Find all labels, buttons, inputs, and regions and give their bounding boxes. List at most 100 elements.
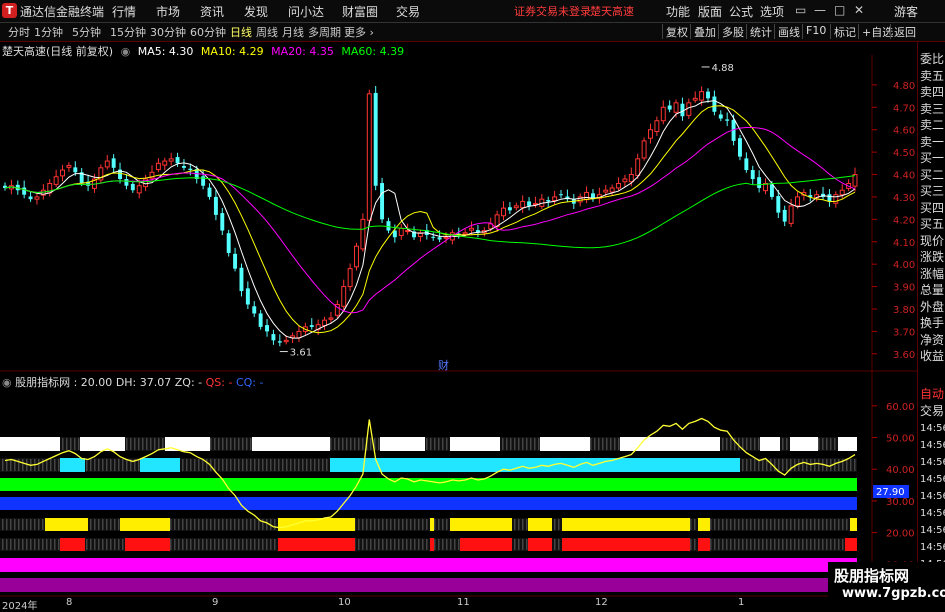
chart-canvas[interactable]: 4.80 4.70 4.60 4.50 4.40 4.30 4.20 4.10 4.00 3.90… xyxy=(0,0,945,609)
candle-body xyxy=(405,230,411,233)
tab-fenshi[interactable]: 分时 xyxy=(8,24,30,40)
candle-body xyxy=(744,158,749,171)
menu-jiaoyi[interactable]: 交易 xyxy=(396,3,420,20)
menu-caifuquan[interactable]: 财富圈 xyxy=(342,3,378,20)
mark-button[interactable]: 标记 xyxy=(830,24,856,39)
draw-line-button[interactable]: 画线 xyxy=(774,24,800,39)
band-stripe xyxy=(514,438,516,450)
menu-banmian[interactable]: 版面 xyxy=(698,3,722,20)
band-stripe xyxy=(610,438,612,450)
band-stripe xyxy=(266,519,268,530)
maximize-icon[interactable]: □ xyxy=(834,3,845,17)
menu-wenxiaoda[interactable]: 问小达 xyxy=(288,3,324,20)
band-stripe xyxy=(90,539,92,550)
side-panel-item[interactable]: 买一 xyxy=(920,149,944,166)
candle-body xyxy=(782,209,787,222)
settings-circle-icon[interactable]: ◉ xyxy=(121,45,131,58)
menu-xuanxiang[interactable]: 选项 xyxy=(760,3,784,20)
side-panel-item[interactable]: 总量 xyxy=(920,281,944,298)
tab-60min[interactable]: 60分钟 xyxy=(190,24,226,40)
tab-daily[interactable]: 日线 xyxy=(230,24,252,40)
band-stripe xyxy=(222,539,224,550)
tab-more[interactable]: 更多 › xyxy=(344,24,374,40)
band-stripe xyxy=(362,539,364,550)
menu-gongshi[interactable]: 公式 xyxy=(729,3,753,20)
candle-body xyxy=(155,162,161,171)
price-axis-label: 3.80 xyxy=(893,305,915,316)
menu-gongneng[interactable]: 功能 xyxy=(666,3,690,20)
band-stripe xyxy=(398,519,400,530)
band-stripe xyxy=(522,519,524,530)
side-panel-item[interactable]: 卖四 xyxy=(920,83,944,100)
side-panel-item[interactable]: 买二 xyxy=(920,166,944,183)
candle-body xyxy=(635,158,641,176)
tab-30min[interactable]: 30分钟 xyxy=(150,24,186,40)
minimize-icon[interactable]: — xyxy=(814,3,826,17)
band-stripe xyxy=(758,519,760,530)
close-icon[interactable]: ✕ xyxy=(854,3,864,17)
band-stripe xyxy=(90,519,92,530)
band-stripe xyxy=(358,438,360,450)
band-stripe xyxy=(258,539,260,550)
tab-weekly[interactable]: 周线 xyxy=(256,24,278,40)
side-panel-item[interactable]: 买三 xyxy=(920,182,944,199)
side-panel-item[interactable]: 卖一 xyxy=(920,133,944,150)
add-watchlist-button[interactable]: +自选 xyxy=(858,24,893,39)
band-stripe xyxy=(774,459,776,471)
overlay-button[interactable]: 叠加 xyxy=(690,24,716,39)
side-panel-item[interactable]: 卖五 xyxy=(920,67,944,84)
band-segment xyxy=(528,518,552,531)
side-panel-item[interactable]: 现价 xyxy=(920,232,944,249)
guest-label[interactable]: 游客 xyxy=(894,3,918,20)
candle-body xyxy=(124,179,129,186)
side-panel-item[interactable]: 收益 xyxy=(920,347,944,364)
band-stripe xyxy=(26,459,28,471)
side-panel-item[interactable]: 外盘 xyxy=(920,298,944,315)
side-panel-item[interactable]: 卖三 xyxy=(920,100,944,117)
band-stripe xyxy=(30,519,32,530)
indicator-settings-icon[interactable]: ◉ xyxy=(2,376,12,389)
band-stripe xyxy=(846,519,848,530)
chevron-right-icon: › xyxy=(369,26,374,39)
f10-button[interactable]: F10 xyxy=(802,24,826,39)
band-stripe xyxy=(750,459,752,471)
candle-body xyxy=(718,114,723,119)
tab-5min[interactable]: 5分钟 xyxy=(72,24,101,40)
statistics-button[interactable]: 统计 xyxy=(746,24,772,39)
band-stripe xyxy=(786,519,788,530)
tab-multi-period[interactable]: 多周期 xyxy=(308,24,341,40)
fuquan-button[interactable]: 复权 xyxy=(662,24,688,39)
restore-icon[interactable]: ▭ xyxy=(795,3,806,17)
candle-body xyxy=(213,196,218,215)
side-panel-bottom-item[interactable]: 自动 xyxy=(920,385,944,402)
side-panel-item[interactable]: 涨跌 xyxy=(920,248,944,265)
menu-hangqing[interactable]: 行情 xyxy=(112,3,136,20)
menu-shichang[interactable]: 市场 xyxy=(156,3,180,20)
side-panel-item[interactable]: 买五 xyxy=(920,215,944,232)
tab-1min[interactable]: 1分钟 xyxy=(34,24,63,40)
price-axis-label: 4.80 xyxy=(893,81,915,92)
tab-monthly[interactable]: 月线 xyxy=(282,24,304,40)
side-panel-item[interactable]: 涨幅 xyxy=(920,265,944,282)
band-stripe xyxy=(710,519,712,530)
band-stripe xyxy=(2,539,4,550)
band-stripe xyxy=(310,459,312,471)
band-stripe xyxy=(594,438,596,450)
back-button[interactable]: 返回 xyxy=(890,24,916,39)
menu-faxian[interactable]: 发现 xyxy=(244,3,268,20)
tab-15min[interactable]: 15分钟 xyxy=(110,24,146,40)
side-panel-item[interactable]: 净资 xyxy=(920,331,944,348)
side-panel-item[interactable]: 委比 xyxy=(920,50,944,67)
side-panel-bottom-item[interactable]: 交易 xyxy=(920,402,944,419)
side-panel-item[interactable]: 换手 xyxy=(920,314,944,331)
band-stripe xyxy=(122,459,124,471)
menu-zixun[interactable]: 资讯 xyxy=(200,3,224,20)
side-panel-item[interactable]: 卖二 xyxy=(920,116,944,133)
candle-body xyxy=(168,158,174,162)
band-stripe xyxy=(330,438,332,450)
indicator-value: : 20.00 xyxy=(73,376,113,389)
login-notice[interactable]: 证券交易未登录 xyxy=(514,3,591,19)
band-stripe xyxy=(114,459,116,471)
side-panel-item[interactable]: 买四 xyxy=(920,199,944,216)
multi-stock-button[interactable]: 多股 xyxy=(718,24,744,39)
